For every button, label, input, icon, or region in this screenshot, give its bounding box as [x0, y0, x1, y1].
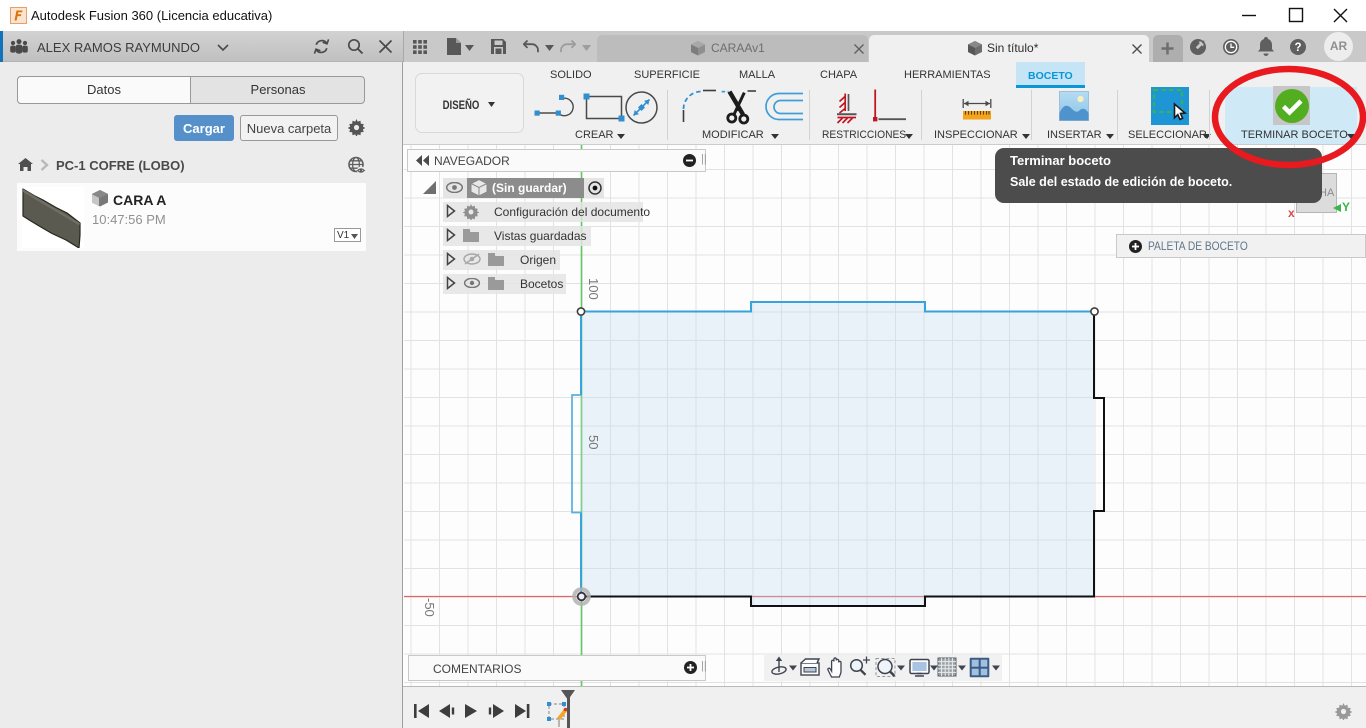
svg-text:100: 100 — [586, 278, 601, 300]
svg-text:50: 50 — [586, 435, 601, 449]
svg-text:?: ? — [1294, 42, 1301, 54]
svg-text:-50: -50 — [422, 598, 437, 617]
